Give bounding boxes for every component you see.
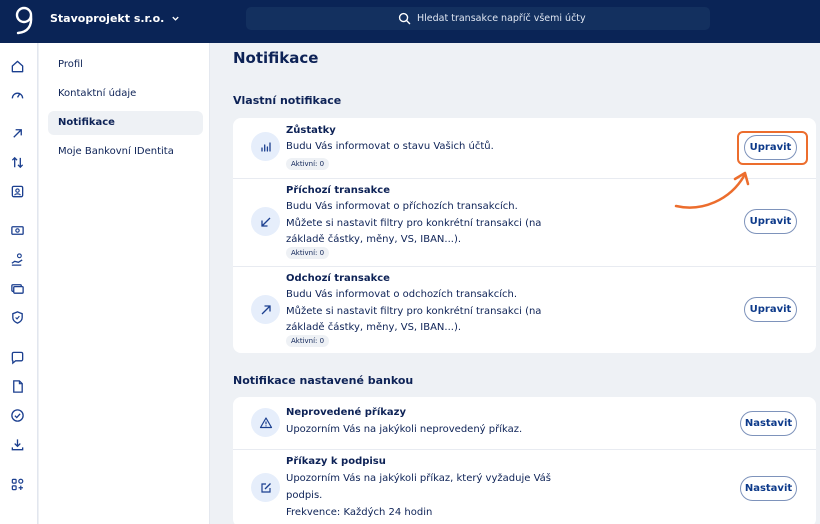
settings-subnav: Profil Kontaktní údaje Notifikace Moje B… [39,43,210,524]
search-icon [398,12,411,25]
row-title: Příchozí transakce [286,185,390,196]
transfer-icon[interactable] [8,153,26,171]
company-switcher[interactable]: Stavoprojekt s.r.o. [50,12,180,25]
warning-icon [251,408,280,437]
row-description: Budu Vás informovat o příchozích transak… [286,201,542,245]
list-item: Příkazy k podpisu Upozorním Vás na jakýk… [233,449,816,524]
arrow-up-right-icon [251,295,280,324]
apps-icon[interactable] [8,475,26,493]
edit-balances-button[interactable]: Upravit [744,135,797,160]
shield-icon[interactable] [8,308,26,326]
bar-chart-icon [251,132,280,161]
hand-coin-icon[interactable] [8,250,26,268]
row-title: Příkazy k podpisu [286,456,386,467]
subnav-item-notifikace[interactable]: Notifikace [48,111,203,135]
status-badge: Aktivní: 0 [286,335,330,347]
frequency-text: Frekvence: Každých 24 hodin [286,507,433,518]
subnav-item-profil[interactable]: Profil [48,53,203,77]
row-title: Odchozí transakce [286,273,390,284]
row-title: Zůstatky [286,125,336,136]
edit-incoming-button[interactable]: Upravit [744,209,797,234]
edit-icon [251,473,280,502]
row-description: Budu Vás informovat o stavu Vašich účtů. [286,141,494,152]
search-input[interactable] [417,13,677,24]
bank-notifications-card: Neprovedené příkazy Upozorním Vás na jak… [233,397,816,524]
cards-icon[interactable] [8,279,26,297]
search-bar[interactable] [246,7,710,30]
download-icon[interactable] [8,435,26,453]
row-title: Neprovedené příkazy [286,407,406,418]
chat-icon[interactable] [8,348,26,366]
list-item: Neprovedené příkazy Upozorním Vás na jak… [233,397,816,449]
top-bar: Stavoprojekt s.r.o. [0,0,820,43]
edit-outgoing-button[interactable]: Upravit [744,297,797,322]
document-icon[interactable] [8,377,26,395]
icon-rail [0,43,38,524]
status-badge: Aktivní: 0 [286,158,330,170]
cash-icon[interactable] [8,221,26,239]
contact-card-icon[interactable] [8,182,26,200]
company-name: Stavoprojekt s.r.o. [50,12,165,25]
row-description: Upozorním Vás na jakýkoli příkaz, který … [286,473,551,501]
arrow-up-right-icon[interactable] [8,124,26,142]
section-title-bank: Notifikace nastavené bankou [233,374,414,387]
status-badge: Aktivní: 0 [286,247,330,259]
custom-notifications-card: Zůstatky Budu Vás informovat o stavu Vaš… [233,118,816,353]
row-description: Budu Vás informovat o odchozích transakc… [286,289,542,333]
subnav-item-kontaktni-udaje[interactable]: Kontaktní údaje [48,82,203,106]
set-unexecuted-button[interactable]: Nastavit [740,411,797,436]
check-circle-icon[interactable] [8,406,26,424]
row-description: Upozorním Vás na jakýkoli neprovedený př… [286,424,523,435]
bank-logo-icon[interactable] [14,6,36,36]
list-item: Příchozí transakce Budu Vás informovat o… [233,178,816,266]
subnav-item-bankovni-identita[interactable]: Moje Bankovní IDentita [48,140,203,164]
gauge-icon[interactable] [8,86,26,104]
list-item: Odchozí transakce Budu Vás informovat o … [233,266,816,353]
chevron-down-icon [172,16,180,21]
page-title: Notifikace [233,49,319,67]
set-signature-button[interactable]: Nastavit [740,476,797,501]
list-item: Zůstatky Budu Vás informovat o stavu Vaš… [233,118,816,178]
section-title-custom: Vlastní notifikace [233,94,342,107]
arrow-down-left-icon [251,207,280,236]
home-icon[interactable] [8,57,26,75]
